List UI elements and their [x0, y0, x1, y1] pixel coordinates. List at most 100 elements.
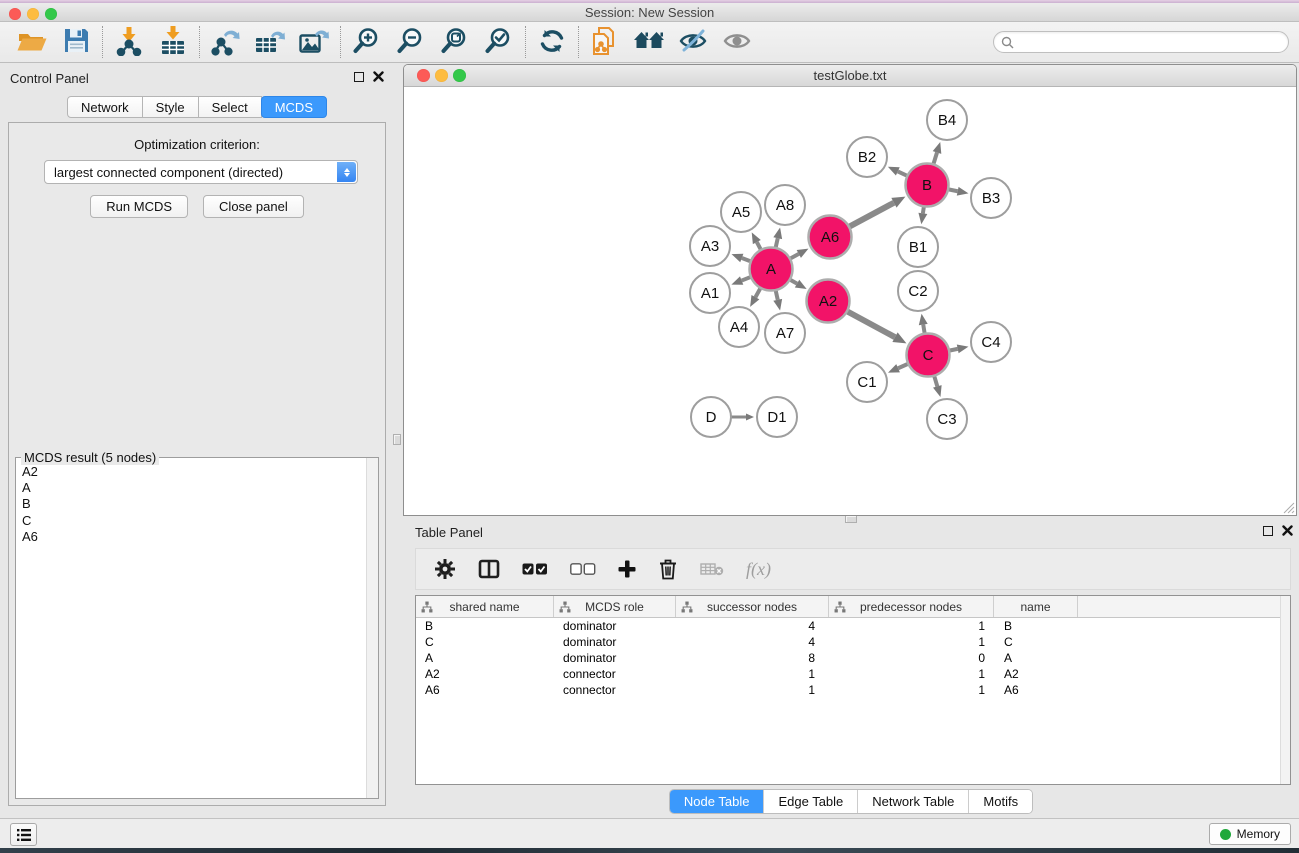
- table-cell[interactable]: A6: [416, 683, 554, 697]
- tab-select[interactable]: Select: [198, 96, 262, 118]
- column-header-predecessor-nodes[interactable]: predecessor nodes: [829, 596, 994, 617]
- table-cell[interactable]: connector: [554, 683, 676, 697]
- table-cell[interactable]: dominator: [554, 619, 676, 633]
- tab-mcds[interactable]: MCDS: [261, 96, 327, 118]
- float-table-panel-icon[interactable]: [1263, 526, 1273, 536]
- result-item[interactable]: C: [22, 513, 365, 529]
- column-header-successor-nodes[interactable]: successor nodes: [676, 596, 829, 617]
- export-image-button[interactable]: [292, 24, 336, 60]
- table-cell[interactable]: A2: [416, 667, 554, 681]
- table-row[interactable]: A2connector11A2: [416, 666, 1290, 682]
- zoom-out-button[interactable]: [389, 24, 433, 60]
- clone-network-button[interactable]: [583, 24, 627, 60]
- resize-grip-icon[interactable]: [1281, 500, 1295, 514]
- table-cell[interactable]: A2: [994, 667, 1078, 681]
- zoom-selected-button[interactable]: [477, 24, 521, 60]
- import-network-icon: [114, 26, 144, 59]
- export-table-button[interactable]: [248, 24, 292, 60]
- table-cell[interactable]: 1: [829, 619, 994, 633]
- import-table-button[interactable]: [151, 24, 195, 60]
- graph-node-label: A4: [730, 319, 748, 336]
- mcds-result-title: MCDS result (5 nodes): [21, 450, 159, 465]
- vertical-splitter[interactable]: [391, 63, 403, 818]
- refresh-button[interactable]: [530, 24, 574, 60]
- table-cell[interactable]: B: [416, 619, 554, 633]
- column-header-mcds-role[interactable]: MCDS role: [554, 596, 676, 617]
- table-row[interactable]: Cdominator41C: [416, 634, 1290, 650]
- close-table-panel-icon[interactable]: [1282, 525, 1293, 536]
- tab-style[interactable]: Style: [142, 96, 199, 118]
- zoom-in-button[interactable]: [345, 24, 389, 60]
- export-network-button[interactable]: [204, 24, 248, 60]
- table-cell[interactable]: 4: [676, 619, 829, 633]
- table-cell[interactable]: C: [416, 635, 554, 649]
- table-scrollbar[interactable]: [1280, 596, 1290, 784]
- column-header-name[interactable]: name: [994, 596, 1078, 617]
- home-button[interactable]: [627, 24, 671, 60]
- optimization-criterion-select[interactable]: largest connected component (directed): [44, 160, 358, 184]
- table-cell[interactable]: dominator: [554, 635, 676, 649]
- show-columns-button[interactable]: [478, 559, 500, 579]
- app-titlebar[interactable]: Session: New Session: [0, 3, 1299, 22]
- splitter-handle[interactable]: [393, 434, 401, 445]
- table-settings-button[interactable]: [434, 558, 456, 580]
- network-graph[interactable]: B4B2BB3A8A5A6A3B1AA1C2A2A4A7C4CC1C3DD1: [404, 87, 1296, 515]
- table-cell[interactable]: A: [994, 651, 1078, 665]
- table-cell[interactable]: 8: [676, 651, 829, 665]
- zoom-fit-button[interactable]: [433, 24, 477, 60]
- graph-node-label: B3: [982, 190, 1000, 207]
- table-cell[interactable]: connector: [554, 667, 676, 681]
- table-cell[interactable]: B: [994, 619, 1078, 633]
- result-scrollbar[interactable]: [366, 458, 378, 798]
- table-row[interactable]: A6connector11A6: [416, 682, 1290, 698]
- tab-motifs[interactable]: Motifs: [968, 790, 1032, 813]
- table-cell[interactable]: dominator: [554, 651, 676, 665]
- table-cell[interactable]: C: [994, 635, 1078, 649]
- function-builder-button[interactable]: f(x): [746, 559, 771, 580]
- tab-node-table[interactable]: Node Table: [670, 790, 764, 813]
- deselect-all-button[interactable]: [570, 563, 596, 576]
- result-item[interactable]: A2: [22, 464, 365, 480]
- search-field[interactable]: [993, 31, 1289, 53]
- mcds-result-box: MCDS result (5 nodes) A2ABCA6: [15, 457, 379, 799]
- import-network-button[interactable]: [107, 24, 151, 60]
- table-cell[interactable]: 1: [829, 667, 994, 681]
- column-header-shared-name[interactable]: shared name: [416, 596, 554, 617]
- table-row[interactable]: Adominator80A: [416, 650, 1290, 666]
- plus-icon: [618, 560, 636, 578]
- table-cell[interactable]: 1: [829, 683, 994, 697]
- run-mcds-button[interactable]: Run MCDS: [90, 195, 188, 218]
- table-row[interactable]: Bdominator41B: [416, 618, 1290, 634]
- select-all-button[interactable]: [522, 563, 548, 576]
- task-history-button[interactable]: [10, 823, 37, 846]
- delete-table-button[interactable]: [700, 561, 724, 577]
- open-session-button[interactable]: [10, 24, 54, 60]
- table-cell[interactable]: 1: [829, 635, 994, 649]
- table-cell[interactable]: A6: [994, 683, 1078, 697]
- close-panel-button[interactable]: Close panel: [203, 195, 304, 218]
- table-cell[interactable]: 4: [676, 635, 829, 649]
- mcds-result-list[interactable]: A2ABCA6: [17, 464, 365, 797]
- table-cell[interactable]: A: [416, 651, 554, 665]
- network-canvas[interactable]: B4B2BB3A8A5A6A3B1AA1C2A2A4A7C4CC1C3DD1: [404, 87, 1296, 515]
- table-cell[interactable]: 1: [676, 667, 829, 681]
- close-panel-icon[interactable]: [373, 71, 384, 82]
- network-window-titlebar[interactable]: testGlobe.txt: [404, 65, 1296, 87]
- hide-panels-button[interactable]: [671, 24, 715, 60]
- table-cell[interactable]: 0: [829, 651, 994, 665]
- tab-network-table[interactable]: Network Table: [857, 790, 968, 813]
- table-cell[interactable]: 1: [676, 683, 829, 697]
- create-column-button[interactable]: [618, 560, 636, 578]
- save-session-button[interactable]: [54, 24, 98, 60]
- tab-edge-table[interactable]: Edge Table: [763, 790, 857, 813]
- search-input[interactable]: [1018, 33, 1282, 51]
- result-item[interactable]: A: [22, 480, 365, 496]
- result-item[interactable]: A6: [22, 529, 365, 545]
- table-toolbar: f(x): [415, 548, 1291, 590]
- float-panel-icon[interactable]: [354, 72, 364, 82]
- tab-network[interactable]: Network: [67, 96, 143, 118]
- show-panels-button[interactable]: [715, 24, 759, 60]
- result-item[interactable]: B: [22, 496, 365, 512]
- delete-column-button[interactable]: [658, 558, 678, 580]
- memory-button[interactable]: Memory: [1209, 823, 1291, 845]
